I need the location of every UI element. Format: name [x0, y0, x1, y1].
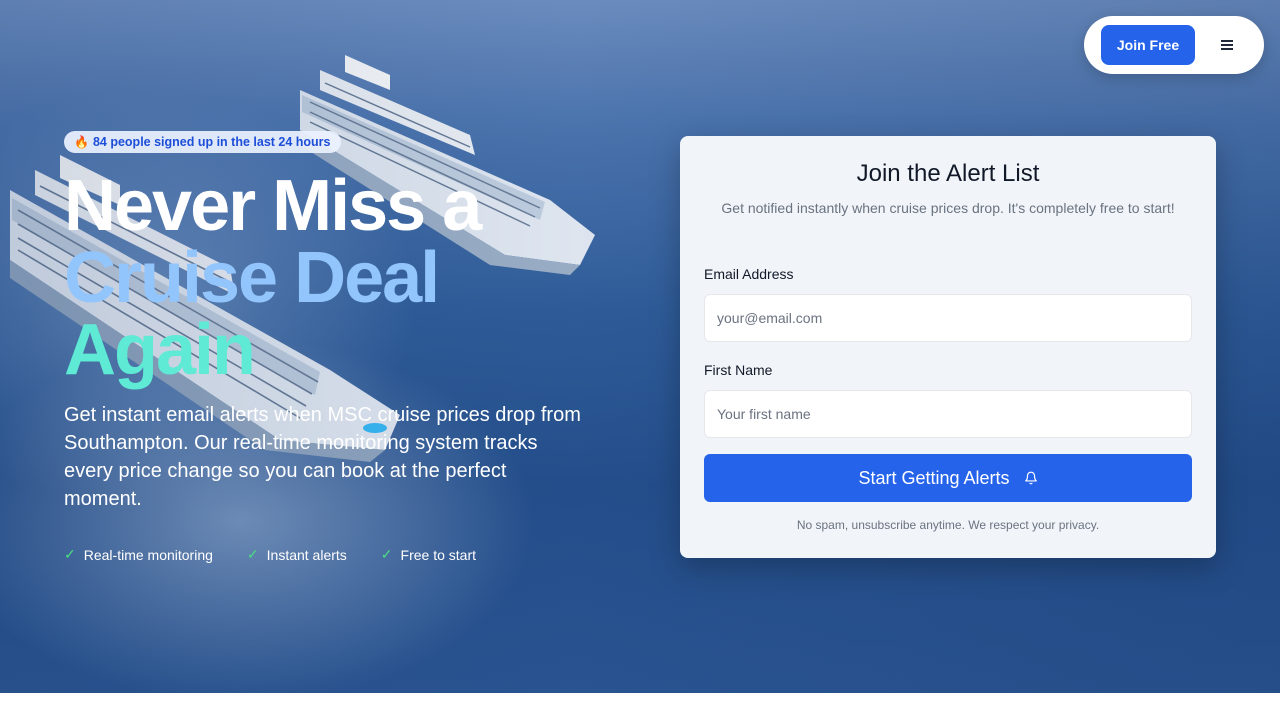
feature-label: Real-time monitoring [83, 546, 213, 563]
check-icon: ✓ [246, 546, 259, 562]
headline-line-2: Cruise Deal [64, 238, 440, 318]
menu-button[interactable] [1212, 36, 1242, 54]
menu-icon [1221, 40, 1233, 50]
start-alerts-label: Start Getting Alerts [858, 467, 1010, 488]
feature-item: ✓ Instant alerts [247, 546, 347, 563]
feature-list: ✓ Real-time monitoring ✓ Instant alerts … [64, 546, 476, 563]
join-free-button[interactable]: Join Free [1101, 25, 1195, 65]
form-title: Join the Alert List [856, 160, 1040, 187]
hero-headline: Never Miss a Cruise Deal Again [64, 166, 482, 390]
signup-badge: 🔥 84 people signed up in the last 24 hou… [64, 131, 341, 153]
feature-item: ✓ Free to start [381, 546, 476, 563]
fire-icon: 🔥 [74, 135, 89, 149]
first-name-field[interactable] [704, 390, 1192, 438]
email-field[interactable] [704, 294, 1192, 342]
headline-line-1: Never Miss a [64, 166, 482, 246]
privacy-note: No spam, unsubscribe anytime. We respect… [796, 518, 1100, 532]
check-icon: ✓ [64, 546, 76, 562]
signup-badge-text: 84 people signed up in the last 24 hours [92, 135, 331, 149]
bell-icon [1024, 471, 1037, 485]
start-alerts-button[interactable]: Start Getting Alerts [704, 454, 1192, 502]
feature-label: Instant alerts [266, 546, 347, 563]
check-icon: ✓ [380, 546, 393, 562]
first-name-label: First Name [704, 362, 773, 378]
signup-form-card: Join the Alert List Get notified instant… [680, 136, 1216, 558]
feature-item: ✓ Real-time monitoring [64, 546, 213, 563]
email-label: Email Address [704, 266, 794, 282]
hero-description: Get instant email alerts when MSC cruise… [64, 404, 581, 510]
feature-label: Free to start [400, 546, 476, 563]
hero-section: 🔥 84 people signed up in the last 24 hou… [0, 0, 1280, 693]
form-subtitle: Get notified instantly when cruise price… [721, 200, 1175, 216]
top-nav: Join Free [1084, 16, 1264, 74]
headline-line-3: Again [64, 310, 256, 390]
